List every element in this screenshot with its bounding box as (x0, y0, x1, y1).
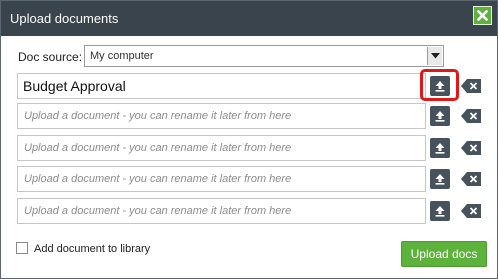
remove-button[interactable] (461, 141, 481, 155)
chevron-down-icon[interactable] (427, 47, 442, 65)
upload-button[interactable] (430, 169, 450, 189)
doc-source-select[interactable]: My computer (84, 45, 444, 67)
upload-icon (435, 143, 445, 154)
document-name-input[interactable] (17, 166, 426, 192)
remove-icon (461, 204, 481, 218)
close-icon (477, 10, 488, 21)
remove-icon (461, 141, 481, 155)
document-name-input[interactable] (17, 135, 426, 161)
remove-button[interactable] (461, 204, 481, 218)
upload-icon (435, 206, 445, 217)
doc-source-label: Doc source: (18, 50, 83, 64)
document-row (17, 103, 487, 129)
dialog-title: Upload documents (10, 11, 119, 26)
remove-button[interactable] (461, 79, 481, 93)
remove-icon (461, 79, 481, 93)
document-name-input[interactable] (17, 103, 426, 129)
dialog-titlebar: Upload documents (1, 1, 497, 36)
document-row (17, 69, 487, 101)
document-name-input[interactable] (17, 73, 426, 99)
upload-icon (435, 81, 445, 92)
remove-icon (461, 172, 481, 186)
close-button[interactable] (473, 6, 492, 25)
document-name-input[interactable] (17, 198, 426, 224)
upload-button[interactable] (430, 106, 450, 126)
doc-source-value: My computer (90, 50, 154, 62)
upload-icon (435, 174, 445, 185)
upload-button[interactable] (430, 138, 450, 158)
upload-icon (435, 111, 445, 122)
add-to-library-label: Add document to library (34, 243, 151, 255)
remove-icon (461, 109, 481, 123)
upload-button[interactable] (430, 76, 450, 96)
document-row (17, 198, 487, 224)
upload-docs-button[interactable]: Upload docs (401, 241, 487, 267)
add-to-library-checkbox[interactable] (16, 242, 28, 254)
remove-button[interactable] (461, 109, 481, 123)
upload-documents-dialog: Upload documents Doc source: My computer (0, 0, 498, 279)
document-row (17, 166, 487, 192)
document-row (17, 135, 487, 161)
remove-button[interactable] (461, 172, 481, 186)
upload-button[interactable] (430, 201, 450, 221)
